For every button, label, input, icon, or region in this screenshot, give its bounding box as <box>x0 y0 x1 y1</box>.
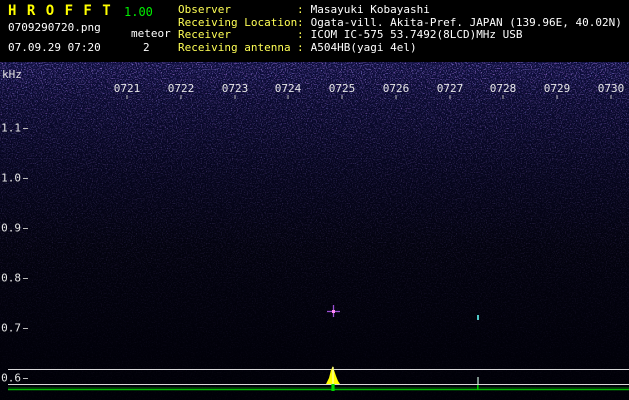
info-separator: : <box>297 40 304 54</box>
time-label: 0726 <box>382 82 410 95</box>
station-info-block: Observer: Masayuki Kobayashi Receiving Lo… <box>178 3 622 55</box>
time-label: 0724 <box>274 82 302 95</box>
freq-label: 1.1 <box>1 121 21 135</box>
frequency-ticks <box>23 128 28 379</box>
minute-ticks <box>126 95 612 99</box>
time-label: 0729 <box>543 82 571 95</box>
info-label: Receiving antenna <box>178 40 291 54</box>
spectrogram-plot: kHz 0721 0722 0723 0724 0725 0726 0727 0… <box>0 62 629 400</box>
meteor-count: 2 <box>143 41 150 54</box>
time-label: 0725 <box>328 82 356 95</box>
info-label: Observer <box>178 3 231 16</box>
plot-overlay <box>8 95 629 391</box>
output-filename: 0709290720.png <box>8 21 101 34</box>
info-value: Masayuki Kobayashi <box>310 3 430 16</box>
info-row-receiver: Receiver: ICOM IC-575 53.7492(8LCD)MHz US… <box>178 28 622 42</box>
info-separator: : <box>297 3 304 16</box>
hrofft-window: H R O F F T 1.00 0709290720.png meteor 0… <box>0 0 629 400</box>
time-label: 0728 <box>489 82 517 95</box>
freq-label: 0.9 <box>1 221 21 235</box>
info-value: A504HB(yagi 4el) <box>310 40 417 54</box>
header: H R O F F T 1.00 0709290720.png meteor 0… <box>0 0 629 62</box>
strong-echo-marker <box>327 305 340 317</box>
app-version: 1.00 <box>124 5 153 19</box>
app-title: H R O F F T <box>8 3 112 19</box>
info-separator: : <box>297 28 304 41</box>
time-label: 0721 <box>113 82 141 95</box>
info-row-observer: Observer: Masayuki Kobayashi <box>178 3 622 17</box>
info-value: ICOM IC-575 53.7492(8LCD)MHz USB <box>310 28 523 41</box>
weak-echo-marker <box>477 315 479 320</box>
info-label: Receiver <box>178 28 231 41</box>
time-label: 0727 <box>436 82 464 95</box>
time-label: 0722 <box>167 82 195 95</box>
meteor-mode-label: meteor <box>131 27 171 40</box>
activity-spike-small <box>477 385 479 390</box>
freq-label: 0.6 <box>1 371 21 385</box>
time-label: 0723 <box>221 82 249 95</box>
time-label: 0730 <box>597 82 625 95</box>
freq-unit-label: kHz <box>2 68 22 81</box>
observation-timestamp: 07.09.29 07:20 <box>8 41 101 54</box>
info-row-antenna: Receiving antenna: A504HB(yagi 4el) <box>178 40 622 55</box>
freq-label: 0.8 <box>1 271 21 285</box>
freq-label: 0.7 <box>1 321 21 335</box>
freq-label: 1.0 <box>1 171 21 185</box>
